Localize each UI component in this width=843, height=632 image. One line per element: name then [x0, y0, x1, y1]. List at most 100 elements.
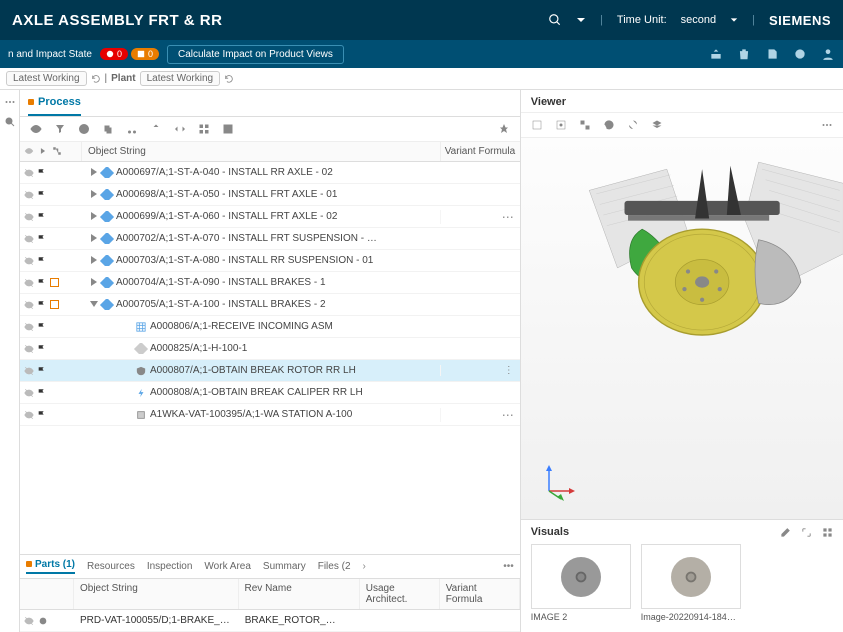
tree-row[interactable]: A000825/A;1-H-100-1	[20, 338, 520, 360]
visibility-off-icon[interactable]	[24, 616, 34, 626]
col-object-string[interactable]: Object String	[74, 579, 239, 609]
col-object-string[interactable]: Object String	[82, 142, 440, 161]
tree-row[interactable]: A000703/A;1-ST-A-080 - INSTALL RR SUSPEN…	[20, 250, 520, 272]
action-icon[interactable]	[793, 47, 807, 61]
visibility-off-icon[interactable]	[24, 322, 34, 332]
pan-icon[interactable]	[627, 119, 639, 131]
impact-badge-red[interactable]: 0	[100, 48, 128, 60]
delete-icon[interactable]	[737, 47, 751, 61]
fit-icon[interactable]	[555, 119, 567, 131]
refresh-icon[interactable]	[91, 74, 101, 84]
visibility-off-icon[interactable]	[24, 234, 34, 244]
tab-summary[interactable]: Summary	[263, 561, 306, 572]
expand-icon[interactable]	[91, 190, 97, 198]
action-icon[interactable]	[765, 47, 779, 61]
visibility-off-icon[interactable]	[24, 344, 34, 354]
col-rev-name[interactable]: Rev Name	[239, 579, 360, 609]
tree-row[interactable]: A000807/A;1-OBTAIN BREAK ROTOR RR LH⋮	[20, 360, 520, 382]
more-icon[interactable]	[821, 119, 833, 131]
zoom-icon[interactable]	[579, 119, 591, 131]
refresh-icon[interactable]	[224, 74, 234, 84]
chevron-right-icon[interactable]: ›	[363, 561, 366, 572]
visibility-off-icon[interactable]	[24, 278, 34, 288]
more-icon[interactable]	[4, 96, 16, 108]
visibility-off-icon[interactable]	[24, 190, 34, 200]
expand-icon[interactable]	[91, 256, 97, 264]
tree-row[interactable]: A000698/A;1-ST-A-050 - INSTALL FRT AXLE …	[20, 184, 520, 206]
grid-icon[interactable]	[822, 527, 833, 538]
pin-icon[interactable]	[498, 123, 510, 135]
expand-icon[interactable]	[801, 527, 812, 538]
bc-plant-state[interactable]: Latest Working	[140, 71, 221, 86]
tab-process[interactable]: Process	[28, 96, 81, 116]
tree-row[interactable]: A000808/A;1-OBTAIN BREAK CALIPER RR LH	[20, 382, 520, 404]
tree-row[interactable]: A000702/A;1-ST-A-070 - INSTALL FRT SUSPE…	[20, 228, 520, 250]
visibility-off-icon[interactable]	[24, 388, 34, 398]
search-icon[interactable]	[4, 116, 16, 128]
move-icon[interactable]	[174, 123, 186, 135]
bc-state[interactable]: Latest Working	[6, 71, 87, 86]
col-expand-icon[interactable]	[38, 146, 48, 156]
tab-resources[interactable]: Resources	[87, 561, 135, 572]
expand-icon[interactable]	[91, 168, 97, 176]
tab-parts[interactable]: Parts (1)	[26, 559, 75, 574]
expand-icon[interactable]	[90, 301, 98, 307]
axis-triad-icon	[539, 461, 579, 501]
col-hierarchy-icon[interactable]	[52, 146, 62, 156]
expand-icon[interactable]	[91, 212, 97, 220]
rotate-icon[interactable]	[603, 119, 615, 131]
select-icon[interactable]	[531, 119, 543, 131]
tree-row[interactable]: A000806/A;1-RECEIVE INCOMING ASM	[20, 316, 520, 338]
viewer-canvas[interactable]	[521, 138, 843, 519]
more-icon[interactable]: ⋯	[502, 408, 514, 422]
tree-row[interactable]: A000699/A;1-ST-A-060 - INSTALL FRT AXLE …	[20, 206, 520, 228]
export-icon[interactable]	[150, 123, 162, 135]
col-usage[interactable]: Usage Architect.	[360, 579, 440, 609]
calculate-impact-button[interactable]: Calculate Impact on Product Views	[167, 45, 344, 64]
visibility-off-icon[interactable]	[24, 256, 34, 266]
tab-workarea[interactable]: Work Area	[204, 561, 251, 572]
visibility-off-icon[interactable]	[24, 410, 34, 420]
grid-icon[interactable]	[198, 123, 210, 135]
expand-icon[interactable]	[91, 278, 97, 286]
visibility-icon[interactable]	[30, 123, 42, 135]
search-icon[interactable]	[548, 13, 562, 27]
filter-icon[interactable]	[54, 123, 66, 135]
chevron-down-icon[interactable]	[730, 16, 738, 24]
parts-row[interactable]: PRD-VAT-100055/D;1-BRAKE_ROT… BRAKE_ROTO…	[20, 610, 520, 632]
user-icon[interactable]	[821, 47, 835, 61]
tree-row[interactable]: A000697/A;1-ST-A-040 - INSTALL RR AXLE -…	[20, 162, 520, 184]
visibility-off-icon[interactable]	[24, 366, 34, 376]
flag-icon	[37, 234, 47, 244]
visibility-off-icon[interactable]	[24, 300, 34, 310]
visual-thumb[interactable]: IMAGE 2	[531, 544, 631, 622]
share-icon[interactable]	[709, 47, 723, 61]
tab-files[interactable]: Files (2	[318, 561, 351, 572]
expand-icon[interactable]	[91, 234, 97, 242]
col-visibility-icon[interactable]	[24, 146, 34, 156]
edit-icon[interactable]	[780, 527, 791, 538]
cut-icon[interactable]	[126, 123, 138, 135]
copy-icon[interactable]	[102, 123, 114, 135]
impact-badge-orange[interactable]: 0	[131, 48, 159, 60]
tree-row[interactable]: A000705/A;1-ST-A-100 - INSTALL BRAKES - …	[20, 294, 520, 316]
tree-row[interactable]: A000704/A;1-ST-A-090 - INSTALL BRAKES - …	[20, 272, 520, 294]
more-icon[interactable]: ⋮	[504, 365, 514, 376]
layers-icon[interactable]	[651, 119, 663, 131]
chevron-down-icon[interactable]	[576, 15, 586, 25]
visibility-off-icon[interactable]	[24, 212, 34, 222]
col-variant-formula[interactable]: Variant Formula	[440, 142, 520, 161]
col-variant[interactable]: Variant Formula	[440, 579, 520, 609]
visual-thumb[interactable]: Image-20220914-184956.jpg	[641, 544, 741, 622]
more-icon[interactable]: ⋯	[502, 210, 514, 224]
tree-body[interactable]: A000697/A;1-ST-A-040 - INSTALL RR AXLE -…	[20, 162, 520, 554]
viewer-toolbar	[521, 113, 843, 138]
more-icon[interactable]: •••	[503, 561, 514, 572]
add-icon[interactable]	[78, 123, 90, 135]
visibility-off-icon[interactable]	[24, 168, 34, 178]
tree-row[interactable]: A1WKA-VAT-100395/A;1-WA STATION A-100⋯	[20, 404, 520, 426]
layout-icon[interactable]	[222, 123, 234, 135]
tab-inspection[interactable]: Inspection	[147, 561, 193, 572]
time-unit-value[interactable]: second	[681, 14, 716, 26]
viewer-title: Viewer	[521, 90, 843, 113]
